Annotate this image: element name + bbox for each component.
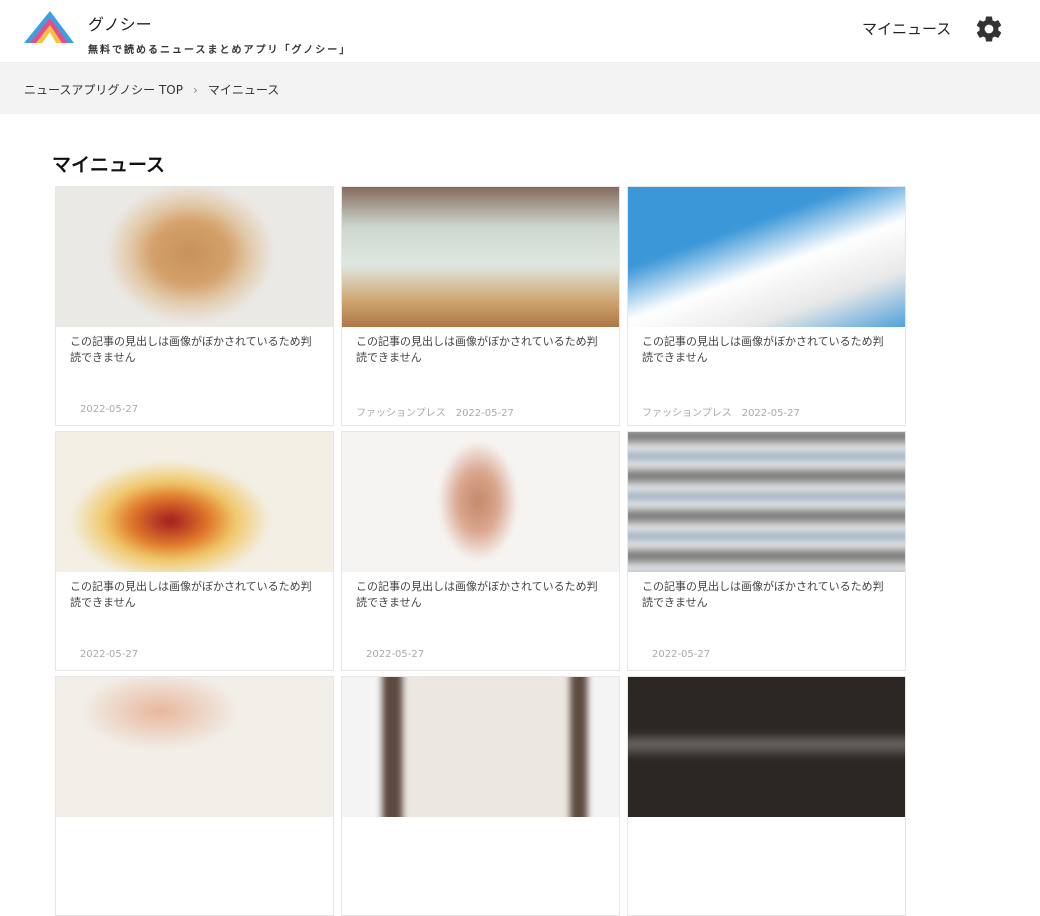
gunosy-logo-icon <box>24 11 74 43</box>
breadcrumb-home-link[interactable]: ニュースアプリグノシー TOP <box>24 81 183 98</box>
article-thumbnail <box>342 187 619 327</box>
breadcrumb-current: マイニュース <box>207 83 280 97</box>
article-title: この記事の見出しは画像がぼかされているため判読できません <box>356 335 598 364</box>
news-card[interactable]: この記事の見出しは画像がぼかされているため判読できません 2022-05-27 <box>55 186 334 426</box>
news-card[interactable]: この記事の見出しは画像がぼかされているため判読できません 2022-05-27 <box>55 431 334 671</box>
article-title <box>342 817 619 874</box>
my-news-link[interactable]: マイニュース <box>862 18 951 39</box>
page-title: マイニュース <box>52 154 166 176</box>
article-meta: ファッションプレス 2022-05-27 <box>342 384 619 419</box>
brand-name: グノシー <box>88 15 152 34</box>
article-meta <box>56 874 333 905</box>
article-thumbnail <box>628 677 905 817</box>
article-thumbnail <box>342 432 619 572</box>
article-thumbnail <box>56 187 333 327</box>
article-thumbnail <box>56 677 333 817</box>
news-card[interactable] <box>55 676 334 916</box>
article-title: この記事の見出しは画像がぼかされているため判読できません <box>642 580 884 609</box>
article-meta <box>342 874 619 905</box>
article-date: 2022-05-27 <box>80 404 139 415</box>
article-title <box>628 817 905 874</box>
article-date: 2022-05-27 <box>80 649 139 660</box>
article-title: この記事の見出しは画像がぼかされているため判読できません <box>70 580 312 609</box>
article-date: 2022-05-27 <box>455 408 514 419</box>
article-source: ファッションプレス <box>642 408 732 419</box>
article-thumbnail <box>342 677 619 817</box>
article-date: 2022-05-27 <box>652 649 711 660</box>
article-thumbnail <box>56 432 333 572</box>
news-card[interactable] <box>627 676 906 916</box>
article-date: 2022-05-27 <box>741 408 800 419</box>
article-meta: 2022-05-27 <box>342 629 619 660</box>
news-card[interactable]: この記事の見出しは画像がぼかされているため判読できません ファッションプレス 20… <box>341 186 620 426</box>
breadcrumb-bar: ニュースアプリグノシー TOP › マイニュース <box>0 63 1040 114</box>
article-title <box>56 817 333 874</box>
news-card[interactable] <box>341 676 620 916</box>
gear-icon[interactable] <box>974 14 1004 44</box>
article-meta: 2022-05-27 <box>56 384 333 415</box>
article-meta: 2022-05-27 <box>56 629 333 660</box>
site-header: グノシー 無料で読めるニュースまとめアプリ「グノシー」 マイニュース <box>0 0 1040 63</box>
news-grid: この記事の見出しは画像がぼかされているため判読できません 2022-05-27 … <box>55 186 906 916</box>
article-meta: 2022-05-27 <box>628 629 905 660</box>
news-card[interactable]: この記事の見出しは画像がぼかされているため判読できません 2022-05-27 <box>341 431 620 671</box>
news-card[interactable]: この記事の見出しは画像がぼかされているため判読できません ファッションプレス 20… <box>627 186 906 426</box>
article-date: 2022-05-27 <box>366 649 425 660</box>
article-source: ファッションプレス <box>356 408 446 419</box>
article-title: この記事の見出しは画像がぼかされているため判読できません <box>70 335 312 364</box>
breadcrumb-separator: › <box>193 82 198 97</box>
breadcrumb: ニュースアプリグノシー TOP › マイニュース <box>24 81 279 98</box>
article-title: この記事の見出しは画像がぼかされているため判読できません <box>356 580 598 609</box>
article-title: この記事の見出しは画像がぼかされているため判読できません <box>642 335 884 364</box>
logo-link[interactable]: グノシー 無料で読めるニュースまとめアプリ「グノシー」 <box>22 9 351 56</box>
article-thumbnail <box>628 432 905 572</box>
brand-tagline: 無料で読めるニュースまとめアプリ「グノシー」 <box>88 45 352 56</box>
article-meta: ファッションプレス 2022-05-27 <box>628 384 905 419</box>
article-meta <box>628 874 905 905</box>
news-card[interactable]: この記事の見出しは画像がぼかされているため判読できません 2022-05-27 <box>627 431 906 671</box>
article-thumbnail <box>628 187 905 327</box>
